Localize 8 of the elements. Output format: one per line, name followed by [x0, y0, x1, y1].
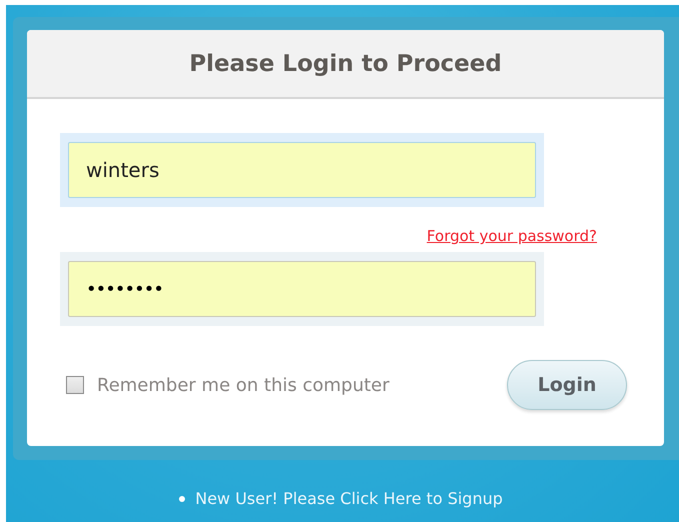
- forgot-password-link[interactable]: Forgot your password?: [426, 227, 597, 245]
- bullet-icon: [179, 496, 186, 502]
- card-title: Please Login to Proceed: [189, 50, 502, 76]
- password-field[interactable]: ••••••••: [68, 261, 536, 317]
- username-field[interactable]: winters: [68, 142, 536, 198]
- login-button[interactable]: Login: [507, 360, 627, 410]
- remember-label: Remember me on this computer: [97, 374, 390, 396]
- remember-checkbox[interactable]: [66, 376, 84, 394]
